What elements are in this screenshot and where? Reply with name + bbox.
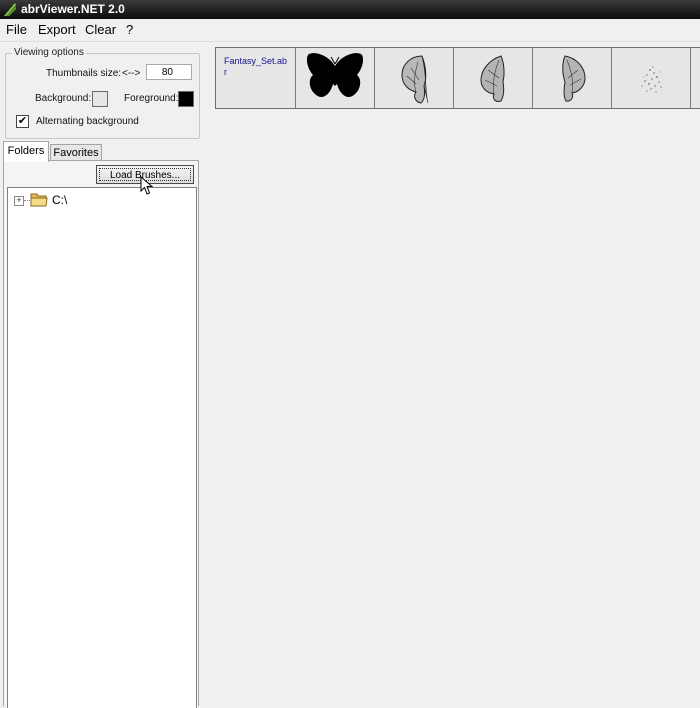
background-color-swatch[interactable] [92,91,108,107]
wing-single-icon [480,55,505,102]
folder-tree[interactable]: + C:\ [7,187,197,708]
viewing-options-group: Viewing options Thumbnails size: <--> 80… [5,47,200,139]
brush-set-name-cell[interactable]: Fantasy_Set.abr [216,48,296,108]
brush-thumbnail-2[interactable] [375,48,454,108]
menu-export[interactable]: Export [37,22,77,37]
thumbnails-size-input[interactable]: 80 [146,64,192,80]
brush-set-name: Fantasy_Set.abr [224,56,288,77]
brush-thumbnail-4[interactable] [533,48,612,108]
menu-file[interactable]: File [5,22,28,37]
brush-thumbnail-1[interactable] [296,48,375,108]
brush-thumbnail-5[interactable] [612,48,691,108]
tree-node-label: C:\ [52,193,68,207]
folder-icon [30,193,48,207]
sparkle-dust-icon [641,66,662,93]
wing-pair-icon [401,55,429,104]
mouse-cursor-icon [140,176,154,195]
window-title: abrViewer.NET 2.0 [21,2,125,16]
menu-clear[interactable]: Clear [84,22,117,37]
tab-folders[interactable]: Folders [3,141,49,162]
expand-icon[interactable]: + [14,196,24,206]
foreground-label: Foreground: [124,93,179,104]
brush-thumbnail-3[interactable] [454,48,533,108]
alternating-background-checkbox[interactable]: ✔ [16,115,29,128]
tab-favorites[interactable]: Favorites [50,144,102,161]
brush-thumbnail-6[interactable] [691,48,700,108]
brush-thumbnails-strip: Fantasy_Set.abr [215,47,700,109]
menu-bar: File Export Clear ? [0,19,700,42]
viewing-options-title: Viewing options [12,47,86,58]
thumbnails-size-label: Thumbnails size: [46,68,122,79]
wing-single-icon [562,55,586,102]
folders-panel: Load Brushes... + C:\ [3,160,199,708]
foreground-color-swatch[interactable] [178,91,194,107]
title-bar: abrViewer.NET 2.0 [0,0,700,19]
app-icon [4,3,16,16]
background-label: Background: [35,93,92,104]
thumbnails-size-arrows: <--> [122,68,141,79]
butterfly-silhouette-icon [306,53,364,98]
menu-help[interactable]: ? [125,22,134,37]
alternating-background-label: Alternating background [36,116,139,127]
